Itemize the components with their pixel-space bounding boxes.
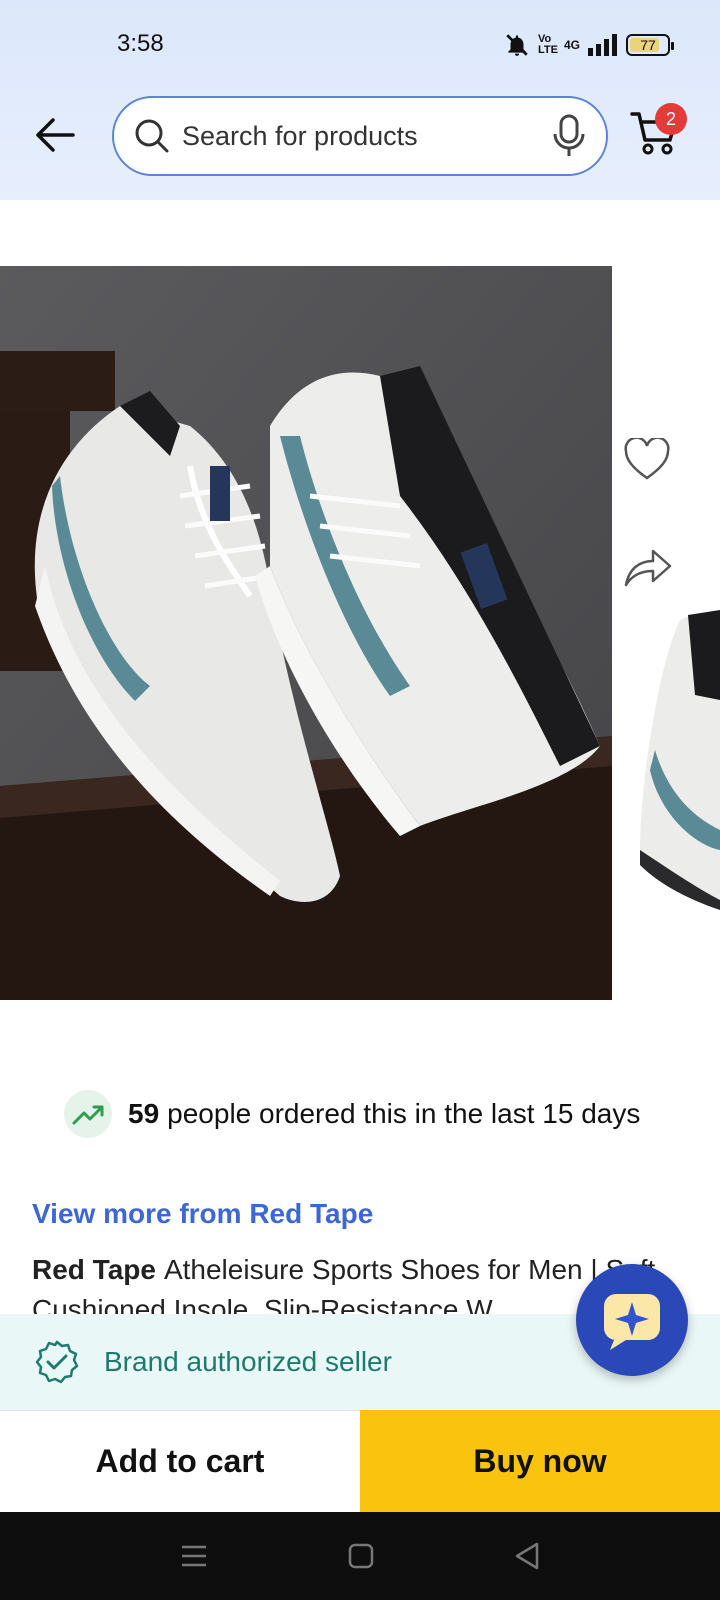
search-placeholder: Search for products: [182, 120, 418, 151]
buy-now-button[interactable]: Buy now: [360, 1410, 720, 1512]
status-time: 3:58: [117, 30, 164, 57]
network-label: 4G: [563, 38, 580, 52]
product-title: Red Tape Atheleisure Sports Shoes for Men…: [32, 1250, 672, 1316]
back-button[interactable]: [30, 110, 80, 160]
seller-text: Brand authorized seller: [104, 1346, 392, 1377]
purchase-actions: Add to cart Buy now: [0, 1410, 720, 1512]
product-brand: Red Tape: [32, 1254, 156, 1285]
shoe-image: [0, 266, 612, 1000]
add-to-cart-button[interactable]: Add to cart: [0, 1410, 360, 1512]
search-icon: [135, 119, 169, 153]
recent-orders-info: 59 people ordered this in the last 15 day…: [64, 1090, 640, 1138]
sparkle-chat-icon: [604, 1294, 660, 1350]
battery-icon: 77: [626, 34, 674, 56]
product-gallery[interactable]: [0, 200, 720, 1040]
orders-text: 59 people ordered this in the last 15 day…: [128, 1098, 640, 1130]
share-button[interactable]: [623, 545, 675, 593]
arrow-left-icon: [36, 118, 75, 152]
signal-icon: [588, 34, 617, 56]
trending-up-icon: [64, 1090, 112, 1138]
battery-level: 77: [640, 37, 656, 53]
volte-label: Vo LTE: [537, 33, 558, 56]
wishlist-button[interactable]: [623, 436, 675, 486]
back-nav-icon[interactable]: [514, 1542, 540, 1570]
product-image[interactable]: [0, 266, 612, 1000]
mute-icon: [506, 34, 528, 56]
home-icon[interactable]: [348, 1543, 374, 1569]
ai-assistant-button[interactable]: [576, 1264, 688, 1376]
next-product-image[interactable]: [640, 600, 720, 920]
status-icons: Vo LTE 4G 77: [504, 32, 674, 58]
orders-count: 59: [128, 1098, 160, 1129]
cart-count-badge: 2: [655, 103, 687, 135]
search-bar[interactable]: Search for products: [112, 96, 608, 176]
menu-icon[interactable]: [180, 1544, 208, 1568]
orders-label: people ordered this in the last 15 days: [167, 1098, 641, 1129]
system-navigation-bar: [0, 1512, 720, 1600]
microphone-icon[interactable]: [552, 114, 586, 158]
shoe-image-preview: [640, 610, 720, 910]
app-header: 3:58 Vo LTE 4G 77 Search for products 2: [0, 0, 720, 200]
heart-icon: [624, 436, 670, 480]
share-icon: [624, 549, 672, 587]
view-more-brand-link[interactable]: View more from Red Tape: [32, 1198, 373, 1230]
verified-badge-icon: [35, 1340, 79, 1384]
